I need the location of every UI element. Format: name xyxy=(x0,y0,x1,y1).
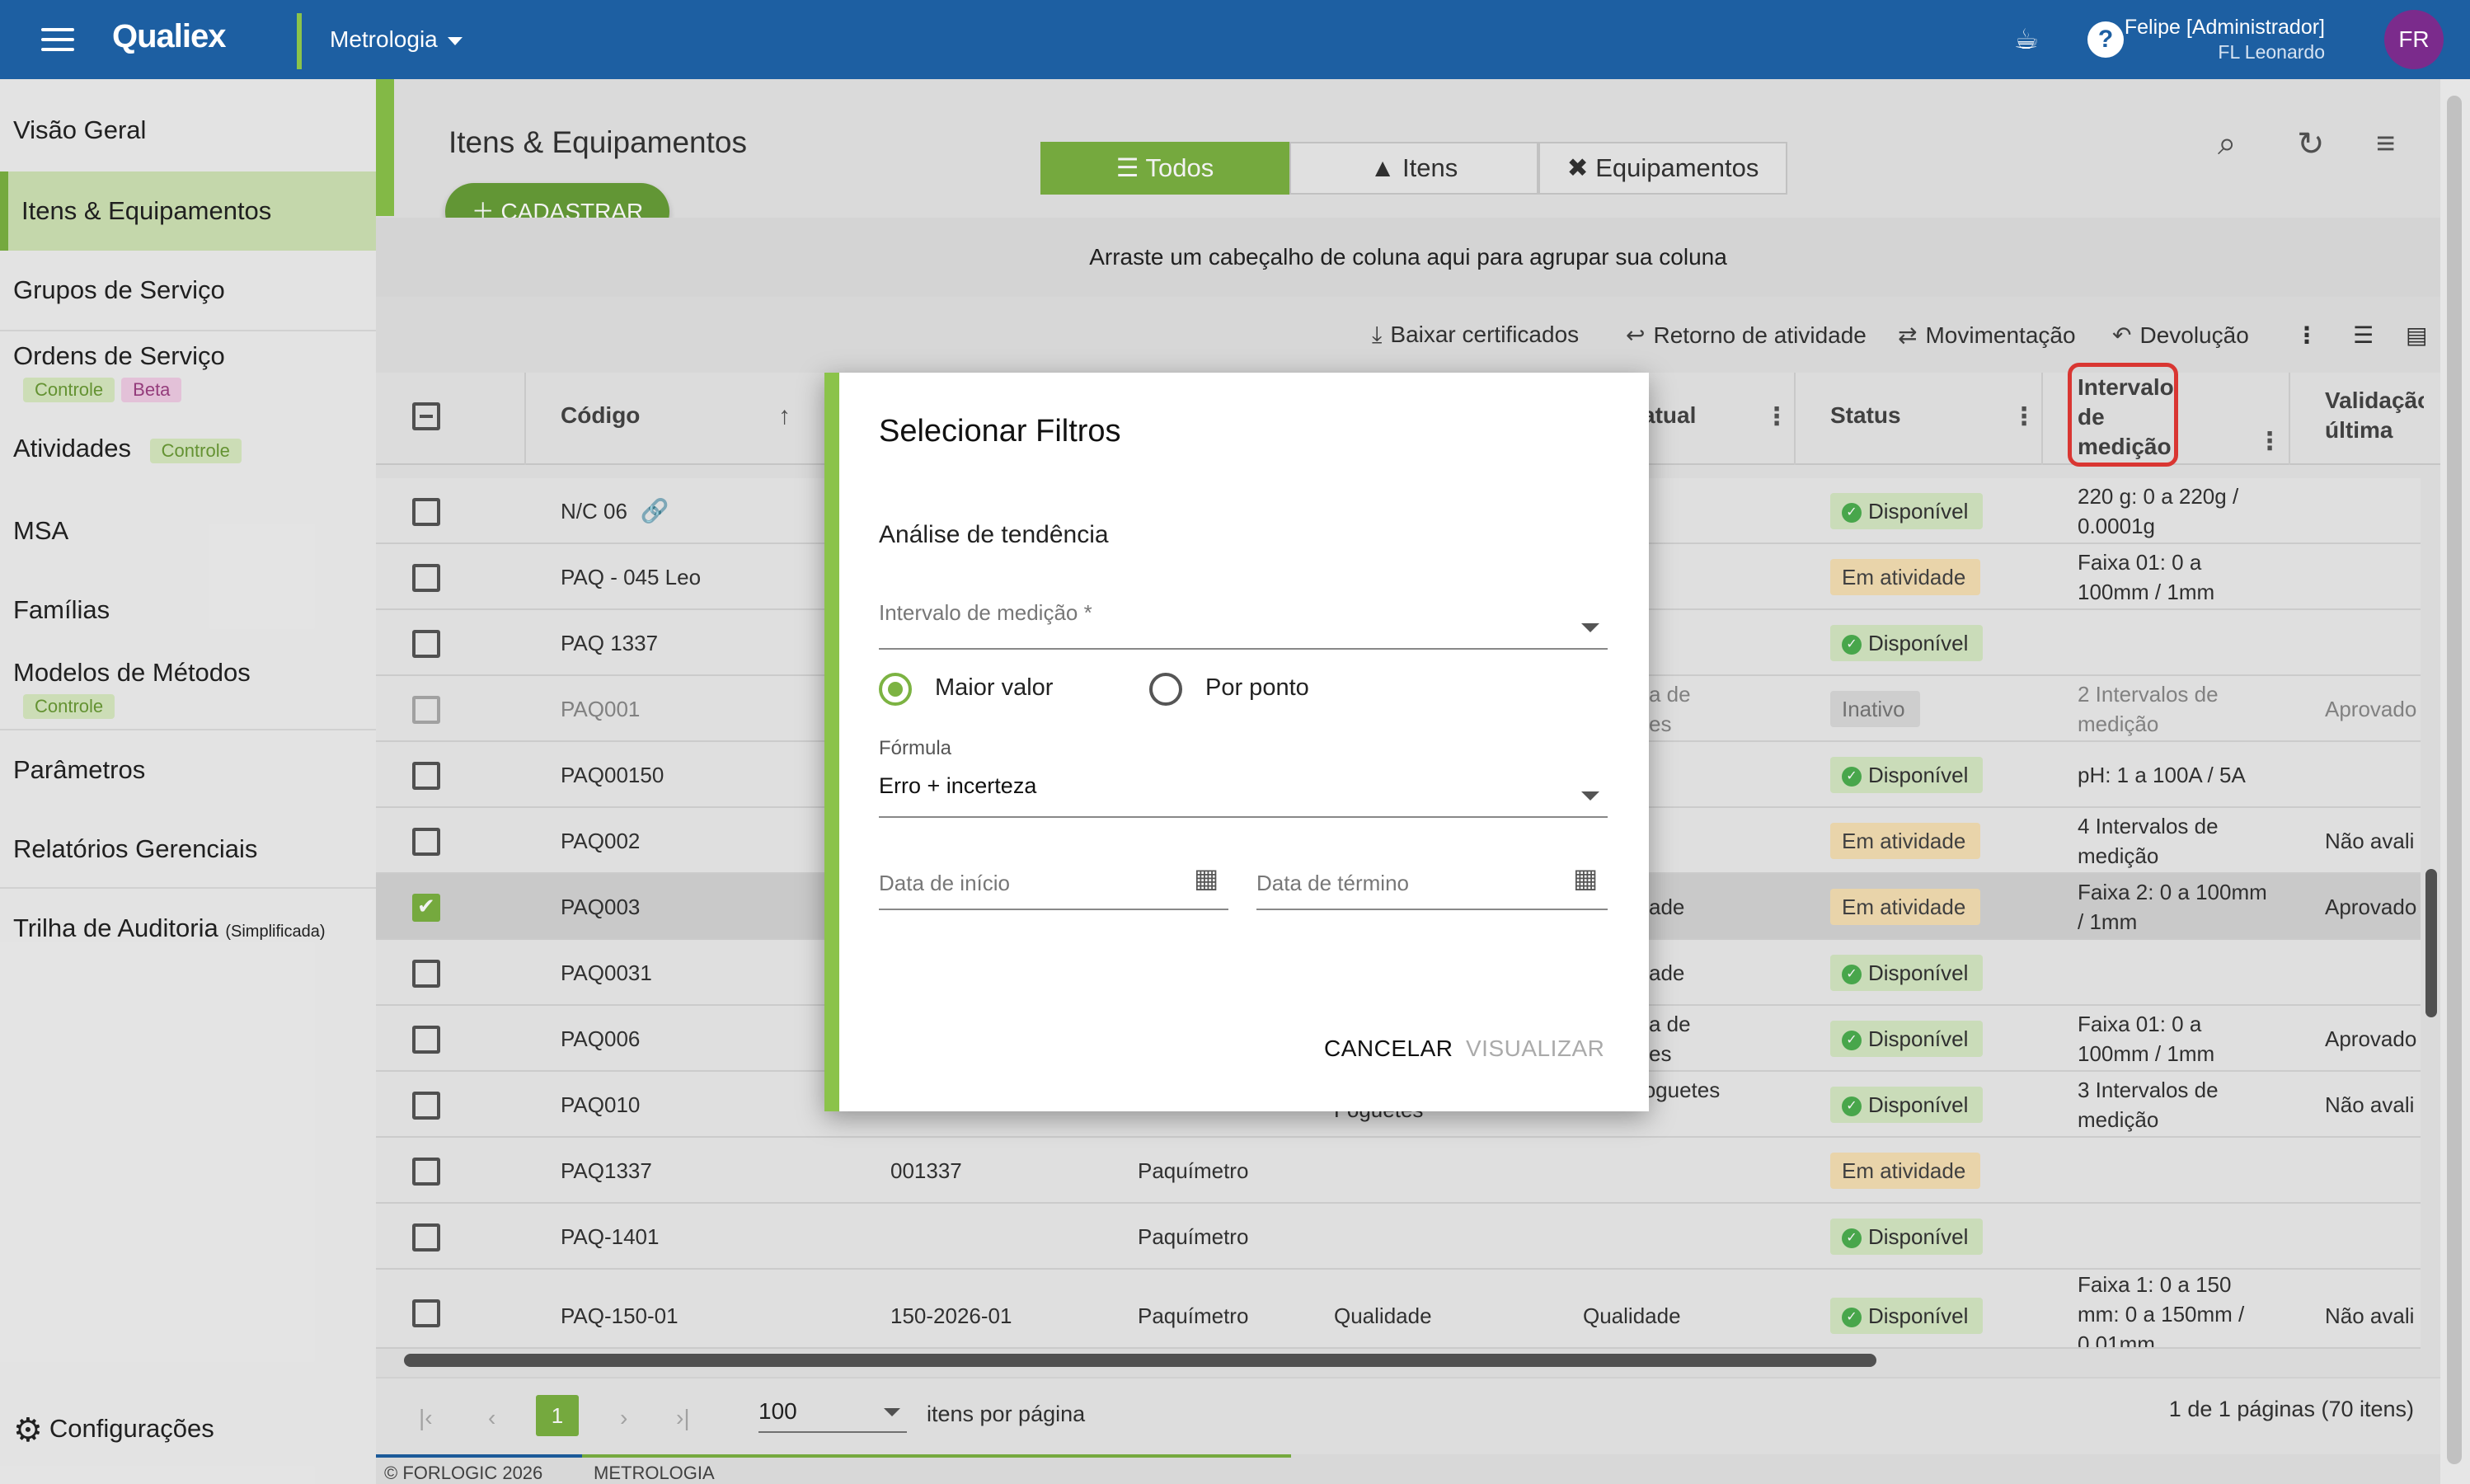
user-name: Felipe [Administrador] xyxy=(2124,16,2325,39)
filter-dialog: Selecionar Filtros Análise de tendência … xyxy=(824,373,1649,1111)
coffee-icon[interactable]: ☕ xyxy=(2008,21,2045,58)
section-title: Análise de tendência xyxy=(879,521,1109,548)
formula-select[interactable]: Erro + incerteza xyxy=(879,773,1036,799)
help-icon[interactable]: ? xyxy=(2087,21,2124,58)
radio-per-point-label: Por ponto xyxy=(1205,674,1309,701)
radio-max-value[interactable] xyxy=(879,673,912,706)
start-date-underline xyxy=(879,909,1228,910)
avatar[interactable]: FR xyxy=(2384,10,2444,69)
logo-divider xyxy=(297,13,302,69)
cancel-button[interactable]: CANCELAR xyxy=(1324,1036,1453,1062)
module-label: Metrologia xyxy=(330,26,438,52)
start-date-field[interactable]: Data de início xyxy=(879,871,1010,896)
user-company: FL Leonardo xyxy=(2218,41,2325,63)
formula-underline xyxy=(879,816,1608,818)
radio-per-point[interactable] xyxy=(1149,673,1182,706)
interval-select[interactable] xyxy=(879,648,1608,650)
end-date-underline xyxy=(1256,909,1608,910)
calendar-icon[interactable]: ▦ xyxy=(1194,862,1219,894)
chevron-down-icon[interactable] xyxy=(1581,791,1599,801)
module-selector[interactable]: Metrologia xyxy=(330,26,463,53)
menu-icon[interactable] xyxy=(41,28,74,51)
interval-select-label: Intervalo de medição * xyxy=(879,600,1092,625)
radio-max-value-label: Maior valor xyxy=(935,674,1054,701)
calendar-icon[interactable]: ▦ xyxy=(1573,862,1598,894)
formula-label: Fórmula xyxy=(879,737,952,759)
chevron-down-icon[interactable] xyxy=(1581,623,1599,632)
app-logo[interactable]: Qualiex xyxy=(112,18,227,55)
dialog-title: Selecionar Filtros xyxy=(879,414,1121,448)
end-date-field[interactable]: Data de término xyxy=(1256,871,1409,896)
view-button[interactable]: VISUALIZAR xyxy=(1466,1036,1604,1062)
top-bar: Qualiex Metrologia ☕ ? Felipe [Administr… xyxy=(0,0,2470,79)
user-info[interactable]: Felipe [Administrador] FL Leonardo xyxy=(2125,15,2325,64)
chevron-down-icon xyxy=(447,36,463,45)
